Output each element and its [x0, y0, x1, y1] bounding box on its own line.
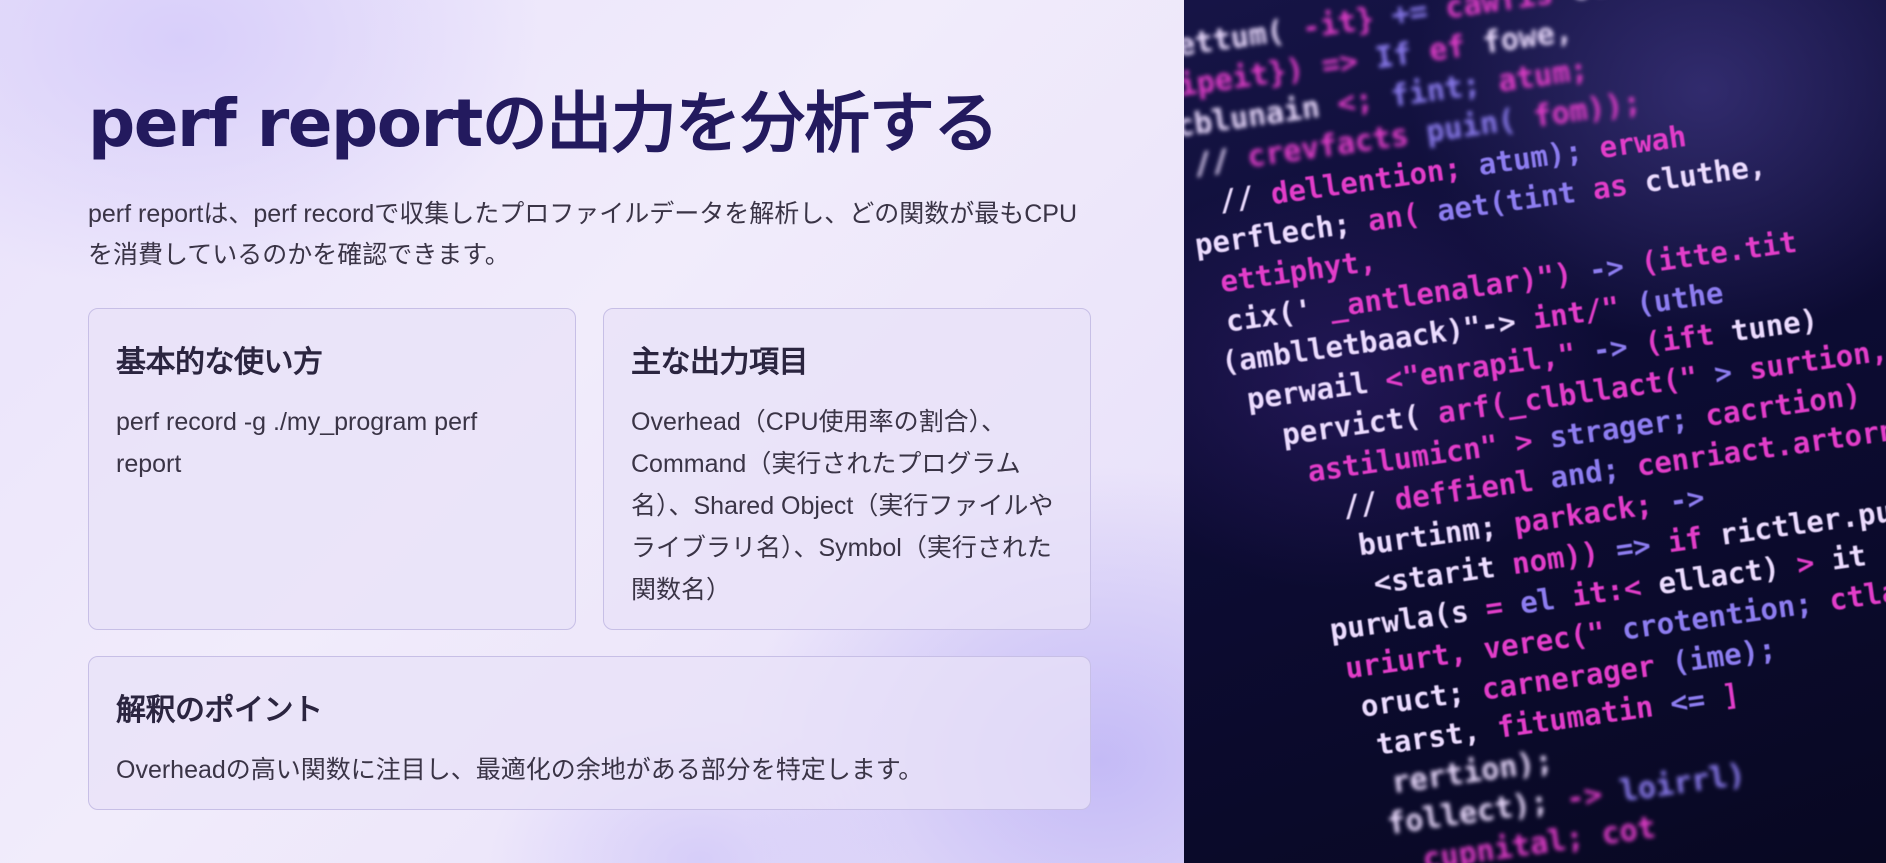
interpretation-card: 解釈のポイント Overheadの高い関数に注目し、最適化の余地がある部分を特定… — [88, 656, 1091, 810]
output-items-card: 主な出力項目 Overhead（CPU使用率の割合）、Command（実行された… — [603, 308, 1091, 630]
interpretation-card-body: Overheadの高い関数に注目し、最適化の余地がある部分を特定します。 — [116, 756, 924, 784]
code-lines-image: ettum( -it} += cawfis clon)(cipeit}) => … — [1184, 0, 1886, 863]
intro-text: perf reportは、perf recordで収集したプロファイルデータを解… — [88, 200, 1078, 269]
usage-card-body: perf record -g ./my_program perf report — [116, 408, 478, 478]
page-title: perf reportの出力を分析する — [88, 85, 999, 162]
output-items-card-body: Overhead（CPU使用率の割合）、Command（実行されたプログラム名）… — [631, 408, 1054, 604]
code-photo: ettum( -it} += cawfis clon)(cipeit}) => … — [1184, 0, 1886, 863]
output-items-card-heading: 主な出力項目 — [631, 345, 809, 380]
usage-card: 基本的な使い方 perf record -g ./my_program perf… — [88, 308, 576, 630]
interpretation-card-heading: 解釈のポイント — [116, 693, 323, 728]
usage-card-heading: 基本的な使い方 — [116, 345, 323, 380]
content-panel: perf reportの出力を分析する perf reportは、perf re… — [0, 0, 1184, 863]
